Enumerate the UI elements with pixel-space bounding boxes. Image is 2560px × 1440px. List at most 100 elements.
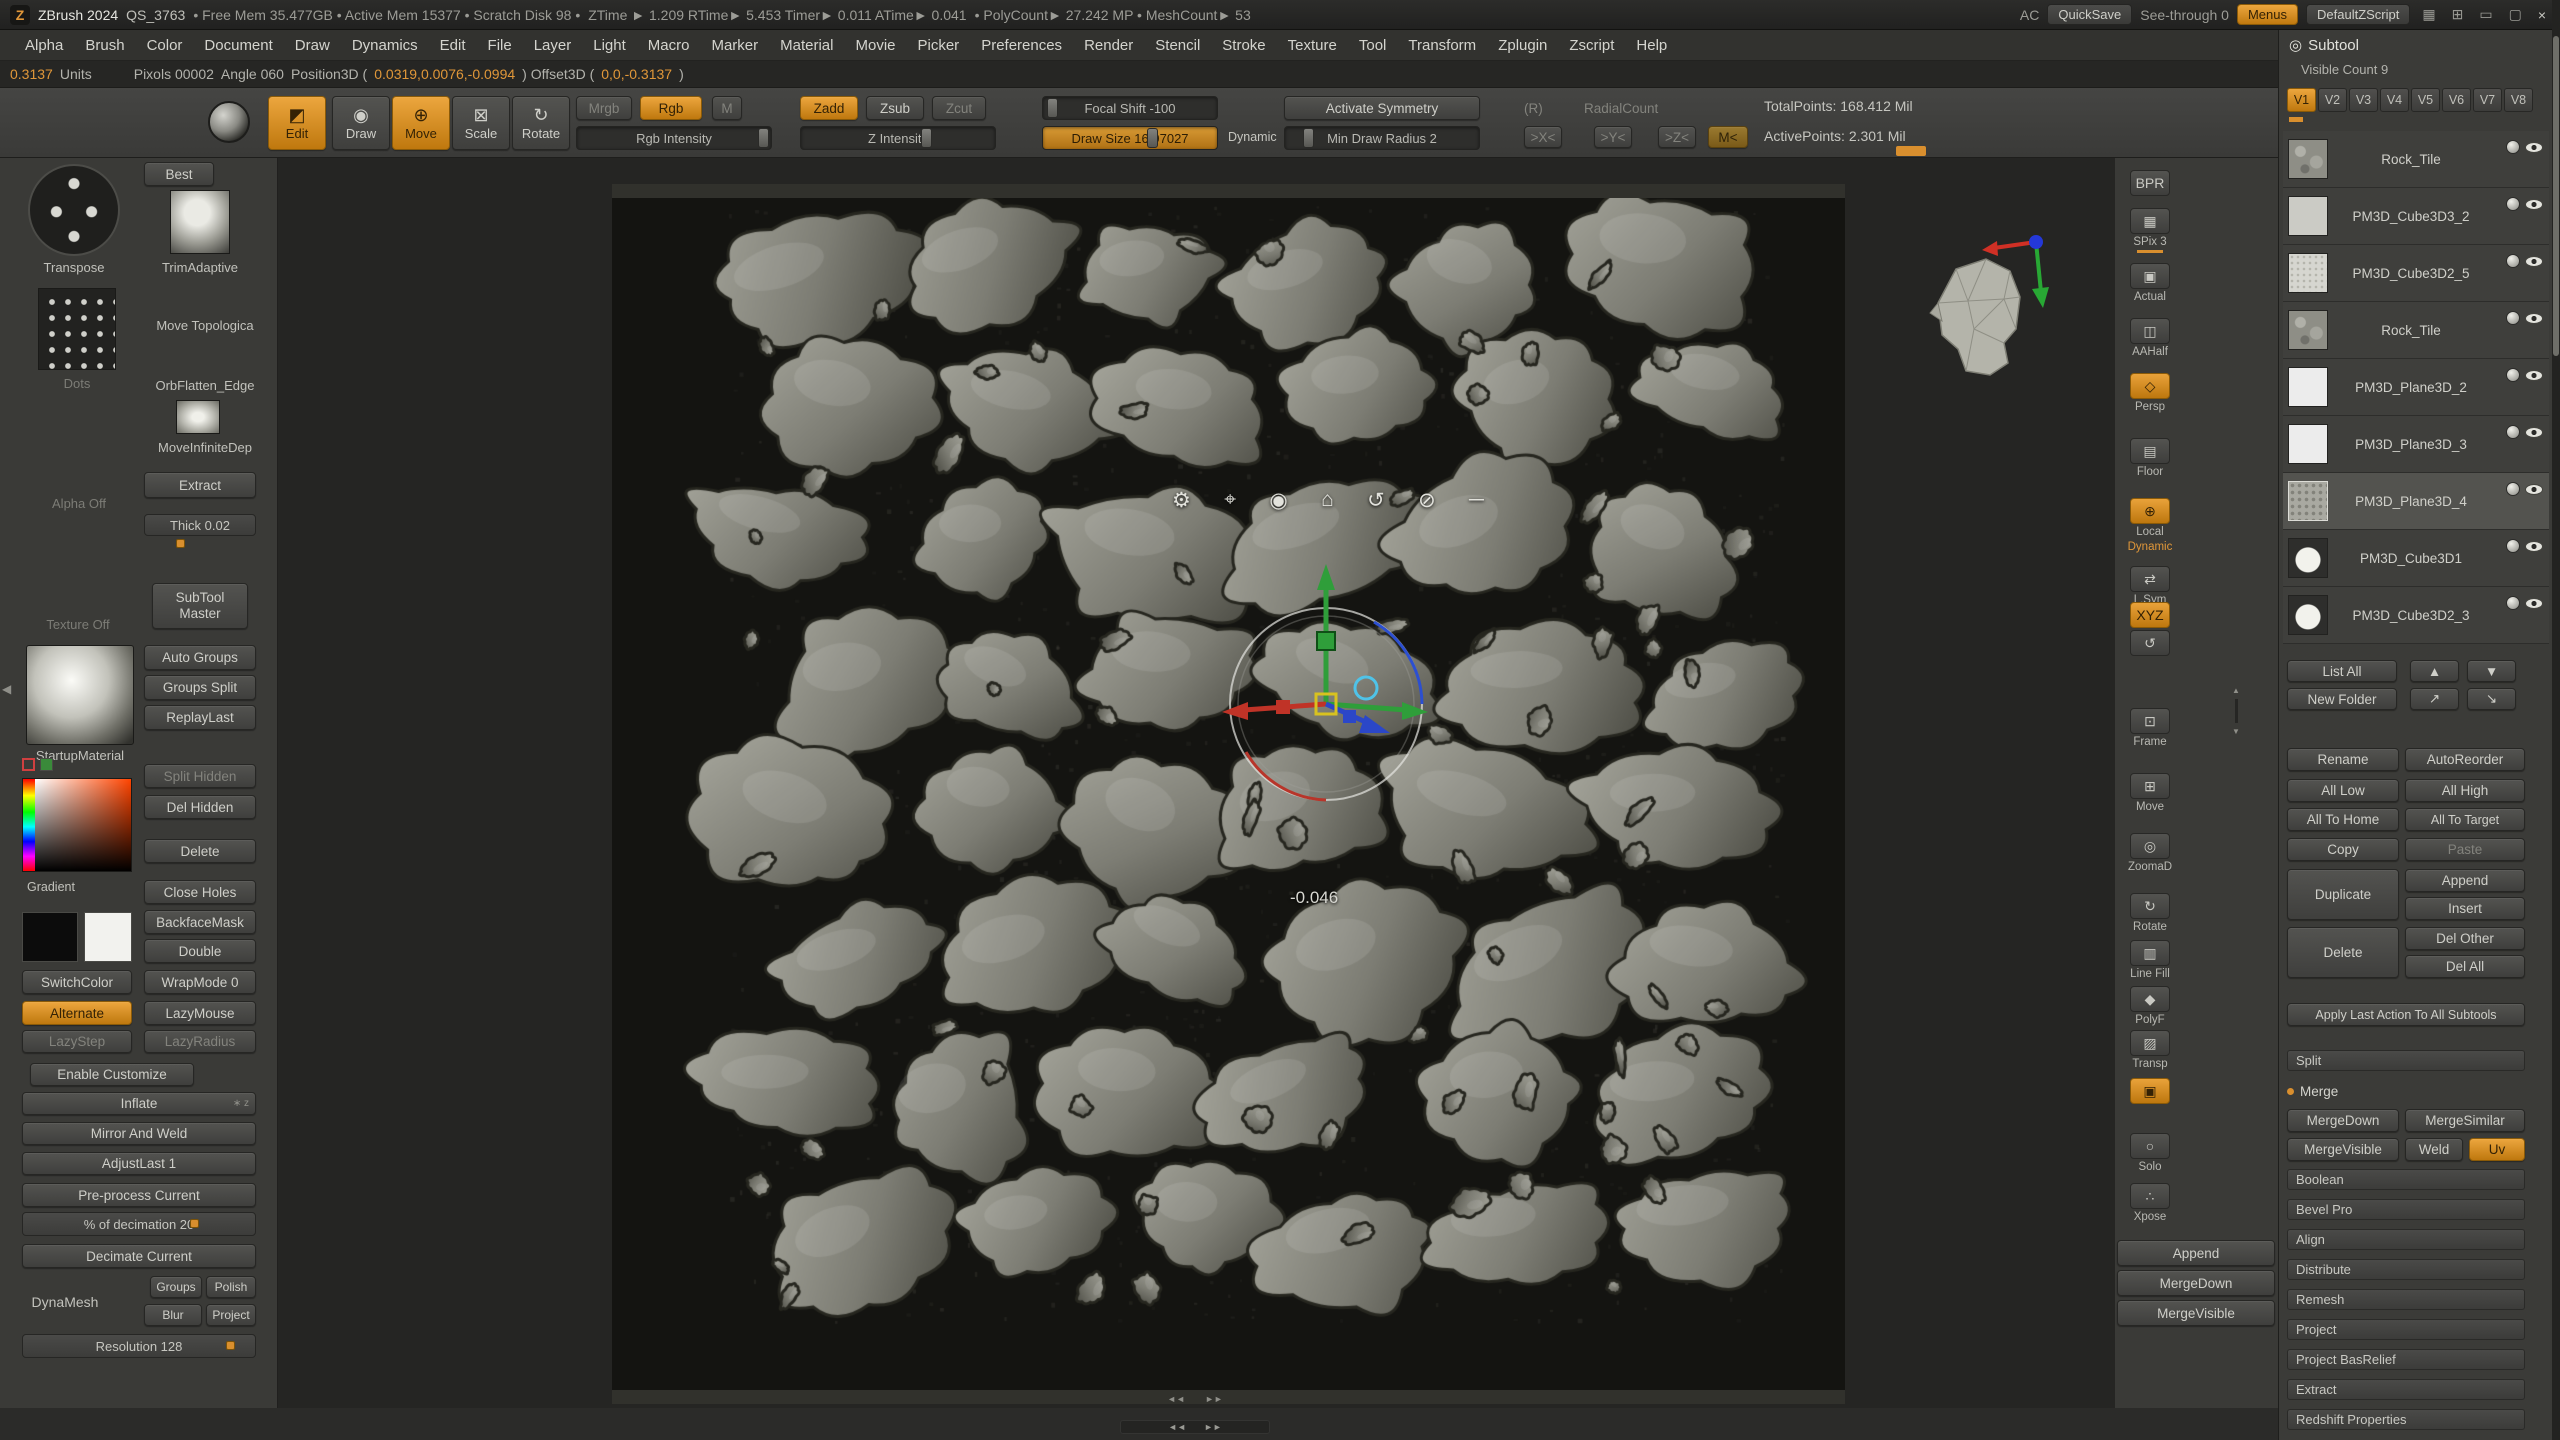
scroll-left-icon[interactable]: ◄◄ xyxy=(1168,1422,1186,1432)
polypaint-icon[interactable] xyxy=(2506,197,2520,211)
texture-off-selector[interactable]: Texture Off xyxy=(18,617,138,632)
subtool-section[interactable]: Remesh xyxy=(2287,1289,2525,1310)
spix-button[interactable]: ▦ SPix 3 xyxy=(2121,208,2179,248)
bpr-render-button[interactable]: BPR xyxy=(2121,170,2179,196)
resolution-knob[interactable] xyxy=(226,1341,235,1350)
menu-item[interactable]: Zplugin xyxy=(1487,37,1558,54)
menu-item[interactable]: Movie xyxy=(844,37,906,54)
tab-v8[interactable]: V8 xyxy=(2504,88,2533,112)
menu-item[interactable]: Picker xyxy=(907,37,971,54)
dynamesh-blur-slider[interactable]: Blur xyxy=(144,1304,202,1326)
dynamic-mode-toggle[interactable]: Dynamic xyxy=(1228,130,1277,144)
tab-v5[interactable]: V5 xyxy=(2411,88,2440,112)
scroll-up-icon[interactable]: ▲ xyxy=(2232,686,2240,695)
layout-columns-icon[interactable]: ⊞ xyxy=(2448,6,2468,23)
subtool-section[interactable]: Extract xyxy=(2287,1379,2525,1400)
window-maximize-icon[interactable]: ▢ xyxy=(2505,6,2526,23)
menu-item[interactable]: Brush xyxy=(74,37,135,54)
quicksave-button[interactable]: QuickSave xyxy=(2047,4,2132,25)
wrap-mode-slider[interactable]: WrapMode 0 xyxy=(144,970,256,994)
backface-mask-button[interactable]: BackfaceMask xyxy=(144,910,256,934)
dots-stroke-icon[interactable] xyxy=(38,288,116,370)
paste-button[interactable]: Paste xyxy=(2405,838,2525,861)
tab-v4[interactable]: V4 xyxy=(2380,88,2409,112)
line-fill-button[interactable]: ▥ Line Fill xyxy=(2121,940,2179,980)
append-subtool-button[interactable]: Append xyxy=(2405,869,2525,892)
menu-item[interactable]: Tool xyxy=(1348,37,1398,54)
visibility-eye-icon[interactable] xyxy=(2525,142,2543,153)
bottom-scrollbar[interactable]: ◄◄ ►► xyxy=(1120,1420,1270,1434)
menu-item[interactable]: Material xyxy=(769,37,844,54)
transpose-gizmo[interactable] xyxy=(1176,512,1476,852)
subtool-item[interactable]: PM3D_Plane3D_3 xyxy=(2283,416,2549,473)
menu-item[interactable]: Draw xyxy=(284,37,341,54)
alt-color-swatch[interactable] xyxy=(84,912,132,962)
adjust-last-slider[interactable]: AdjustLast 1 xyxy=(22,1152,256,1175)
thick-slider-knob[interactable] xyxy=(176,539,185,548)
thick-slider[interactable]: Thick 0.02 xyxy=(144,514,256,536)
gizmo-sticky-target-icon[interactable]: ⌖ xyxy=(1224,488,1236,513)
gizmo-pivot-icon[interactable]: ◉ xyxy=(1269,488,1287,513)
menu-item[interactable]: Zscript xyxy=(1558,37,1625,54)
tab-v7[interactable]: V7 xyxy=(2473,88,2502,112)
hue-strip[interactable] xyxy=(23,779,35,871)
scale-button[interactable]: ⊠ Scale xyxy=(452,96,510,150)
menu-item[interactable]: Stencil xyxy=(1144,37,1211,54)
subtool-section[interactable]: Bevel Pro xyxy=(2287,1199,2525,1220)
visibility-eye-icon[interactable] xyxy=(2525,484,2543,495)
subtool-item-selected[interactable]: PM3D_Plane3D_4 xyxy=(2283,473,2549,530)
alternate-button[interactable]: Alternate xyxy=(22,1001,132,1025)
min-draw-radius-knob[interactable] xyxy=(1303,128,1314,148)
all-low-button[interactable]: All Low xyxy=(2287,779,2399,802)
rgb-intensity-slider[interactable]: Rgb Intensity xyxy=(576,126,772,150)
menu-item[interactable]: Preferences xyxy=(970,37,1073,54)
rgb-button[interactable]: Rgb xyxy=(640,96,702,120)
dynamesh-polish-button[interactable]: Polish xyxy=(206,1276,256,1298)
visibility-eye-icon[interactable] xyxy=(2525,313,2543,324)
min-draw-radius-slider[interactable]: Min Draw Radius 2 xyxy=(1284,126,1480,150)
polypaint-icon[interactable] xyxy=(2506,596,2520,610)
rgb-intensity-knob[interactable] xyxy=(758,128,769,148)
menu-item[interactable]: Stroke xyxy=(1211,37,1276,54)
sculpt-viewport[interactable]: ⚙ ⌖ ◉ ⌂ ↺ ⊘ ─ -0.046 xyxy=(278,158,2115,1408)
insert-subtool-button[interactable]: Insert xyxy=(2405,897,2525,920)
delete-subtool-button[interactable]: Delete xyxy=(2287,927,2399,978)
replay-last-button[interactable]: ReplayLast xyxy=(144,705,256,730)
move-view-button[interactable]: ⊞ Move xyxy=(2121,773,2179,813)
polypaint-icon[interactable] xyxy=(2506,482,2520,496)
draw-size-slider[interactable]: Draw Size 16.97027 xyxy=(1042,126,1218,150)
visibility-eye-icon[interactable] xyxy=(2525,199,2543,210)
radial-count-slider[interactable]: RadialCount xyxy=(1584,101,1658,116)
scroll-down-icon[interactable]: ▼ xyxy=(2232,727,2240,736)
scroll-right-icon[interactable]: ►► xyxy=(1205,1394,1223,1404)
default-zscript-button[interactable]: DefaultZScript xyxy=(2306,4,2410,25)
subtool-down-button[interactable]: ▼ xyxy=(2467,660,2516,682)
tab-v2[interactable]: V2 xyxy=(2318,88,2347,112)
z-intensity-knob[interactable] xyxy=(921,128,932,148)
rename-button[interactable]: Rename xyxy=(2287,748,2399,771)
menu-item[interactable]: Color xyxy=(136,37,194,54)
merge-visible-button[interactable]: MergeVisible xyxy=(2117,1300,2275,1326)
apply-last-action-button[interactable]: Apply Last Action To All Subtools xyxy=(2287,1003,2525,1026)
del-all-button[interactable]: Del All xyxy=(2405,955,2525,978)
xyz-axis-button[interactable]: XYZ xyxy=(2121,602,2179,628)
lazy-radius-slider[interactable]: LazyRadius xyxy=(144,1030,256,1053)
rotate-button[interactable]: ↻ Rotate xyxy=(512,96,570,150)
polypaint-icon[interactable] xyxy=(2506,425,2520,439)
edit-button[interactable]: ◩ Edit xyxy=(268,96,326,150)
del-hidden-button[interactable]: Del Hidden xyxy=(144,795,256,819)
window-minimize-icon[interactable]: ▭ xyxy=(2475,6,2496,23)
menu-item[interactable]: Dynamics xyxy=(341,37,429,54)
menu-item[interactable]: Document xyxy=(193,37,283,54)
close-holes-button[interactable]: Close Holes xyxy=(144,880,256,904)
gradient-toggle[interactable]: Gradient xyxy=(16,880,86,894)
lazy-step-slider[interactable]: LazyStep xyxy=(22,1030,132,1053)
visibility-eye-icon[interactable] xyxy=(2525,598,2543,609)
subtool-section[interactable]: Boolean xyxy=(2287,1169,2525,1190)
uv-button[interactable]: Uv xyxy=(2469,1138,2525,1161)
local-symmetry-button[interactable]: ⊕ Local xyxy=(2121,498,2179,538)
list-all-button[interactable]: List All xyxy=(2287,660,2397,682)
secondary-swatch-indicator[interactable] xyxy=(40,758,53,771)
enable-customize-button[interactable]: Enable Customize xyxy=(30,1063,194,1086)
weld-button[interactable]: Weld xyxy=(2405,1138,2463,1161)
